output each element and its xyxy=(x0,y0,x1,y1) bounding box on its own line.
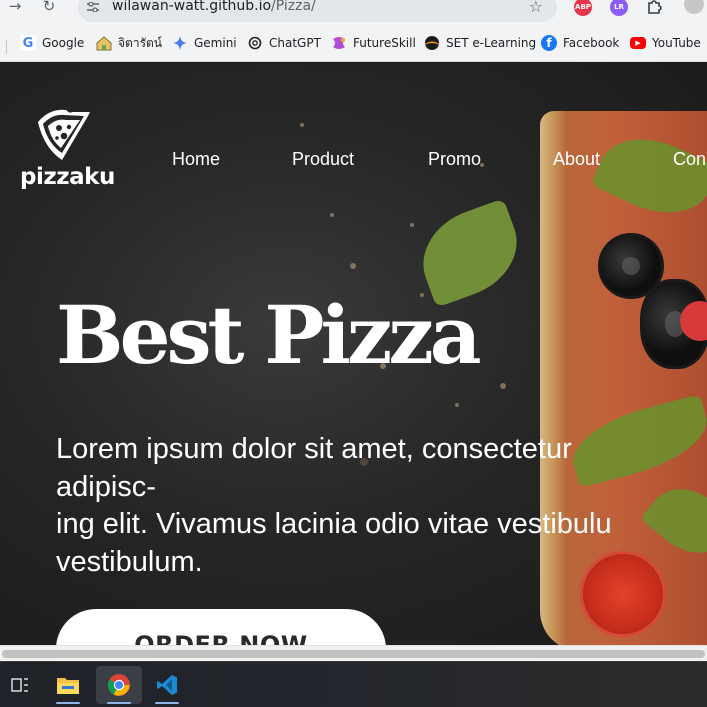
site-info-icon[interactable] xyxy=(87,2,99,12)
nav-promo[interactable]: Promo xyxy=(428,149,481,170)
site-logo[interactable]: pizzaku xyxy=(20,108,115,192)
nav-home[interactable]: Home xyxy=(172,149,220,170)
bookmark-star-icon[interactable]: ☆ xyxy=(529,0,543,16)
running-indicator xyxy=(155,702,179,704)
pizza-slice-icon xyxy=(38,109,90,160)
profile-avatar[interactable] xyxy=(684,0,704,14)
facebook-icon: f xyxy=(541,35,557,51)
youtube-icon: ▶ xyxy=(630,37,646,49)
extensions-puzzle-icon[interactable] xyxy=(646,0,664,15)
nav-about[interactable]: About xyxy=(553,149,600,170)
profile-extension[interactable]: LR xyxy=(610,0,628,16)
adblock-extension[interactable]: ABP xyxy=(574,0,592,16)
nav-product[interactable]: Product xyxy=(292,149,354,170)
url-text[interactable]: wilawan-watt.github.io/Pizza/ xyxy=(112,0,316,14)
bookmark-chatgpt[interactable]: ChatGPT xyxy=(247,34,321,52)
bookmark-label: Google xyxy=(42,36,85,50)
nav-contact[interactable]: Con xyxy=(673,149,706,170)
chrome-icon[interactable] xyxy=(96,666,142,704)
bookmark-label: ChatGPT xyxy=(269,36,321,50)
bookmark-gemini[interactable]: Gemini xyxy=(172,34,237,52)
running-indicator xyxy=(107,702,131,704)
forward-icon[interactable]: → xyxy=(4,0,26,16)
address-bar[interactable]: wilawan-watt.github.io/Pizza/ ☆ xyxy=(78,0,557,22)
bookmark-house[interactable]: จิตารัตน์ xyxy=(96,34,162,52)
order-now-button[interactable]: ORDER NOW xyxy=(56,609,386,645)
chatgpt-icon xyxy=(247,35,263,51)
vscode-icon[interactable] xyxy=(147,666,187,704)
scrollbar-thumb[interactable] xyxy=(2,650,705,658)
house-icon xyxy=(96,35,112,51)
reload-icon[interactable]: ↻ xyxy=(38,0,60,16)
gemini-icon xyxy=(172,35,188,51)
bookmark-label: Gemini xyxy=(194,36,237,50)
file-explorer-icon[interactable] xyxy=(48,666,88,704)
bookmark-label: FutureSkill xyxy=(353,36,416,50)
hero-line: ing elit. Vivamus lacinia odio vitae ves… xyxy=(56,508,612,540)
set-icon xyxy=(424,35,440,51)
google-icon: G xyxy=(20,35,36,51)
logo-text: pizzaku xyxy=(20,164,115,190)
bookmarks-divider xyxy=(6,40,7,54)
bookmark-google[interactable]: G Google xyxy=(20,34,84,52)
bookmark-facebook[interactable]: f Facebook xyxy=(541,34,619,52)
order-now-label: ORDER NOW xyxy=(134,631,308,645)
running-indicator xyxy=(56,702,80,704)
task-view-icon[interactable] xyxy=(0,666,40,704)
taskbar xyxy=(0,661,707,707)
bookmark-label: YouTube xyxy=(652,36,701,50)
hero-description: Lorem ipsum dolor sit amet, consectetur … xyxy=(56,431,612,581)
browser-toolbar: → ↻ wilawan-watt.github.io/Pizza/ ☆ ABP … xyxy=(0,0,707,26)
bookmark-set-elearning[interactable]: SET e-Learning xyxy=(424,34,536,52)
hero-line: Lorem ipsum dolor sit amet, consectetur xyxy=(56,433,572,465)
bookmarks-bar: G Google จิตารัตน์ Gemini ChatGPT Future… xyxy=(0,26,707,62)
bookmark-futureskill[interactable]: FutureSkill xyxy=(331,34,416,52)
horizontal-scrollbar[interactable] xyxy=(0,645,707,661)
web-page: pizzaku Home Product Promo About Con Bes… xyxy=(0,63,707,645)
hero-title: Best Pizza xyxy=(56,288,482,382)
hero-line: vestibulum. xyxy=(56,545,203,578)
bookmark-label: จิตารัตน์ xyxy=(118,35,163,50)
futureskill-icon xyxy=(331,35,347,51)
hero-line: adipisc- xyxy=(56,470,156,503)
bookmark-label: Facebook xyxy=(563,36,620,50)
bookmark-label: SET e-Learning xyxy=(446,36,537,50)
bookmark-youtube[interactable]: ▶ YouTube xyxy=(630,34,701,52)
